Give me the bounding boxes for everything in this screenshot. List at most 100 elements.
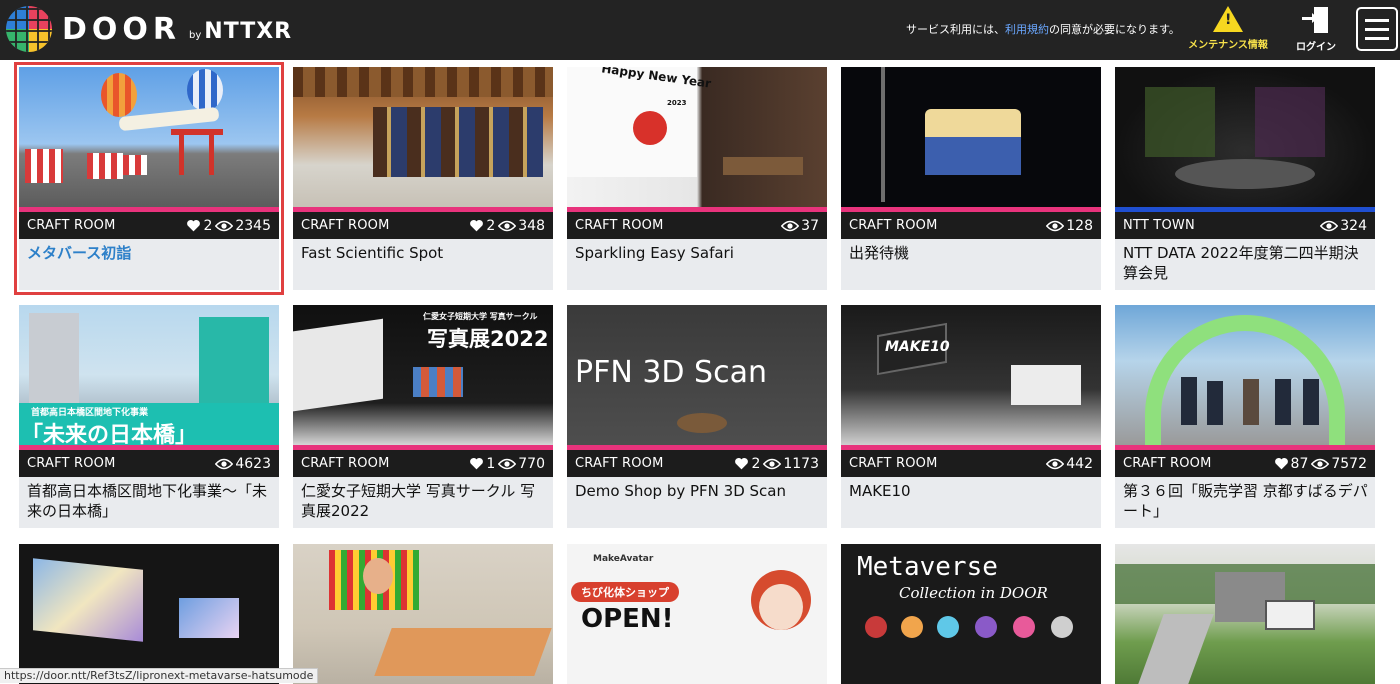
login-button[interactable]: ログイン [1290, 6, 1342, 53]
terms-link[interactable]: 利用規約 [1005, 23, 1049, 36]
room-title[interactable]: MAKE10 [849, 481, 1095, 501]
room-meta-bar: CRAFT ROOM 2 2345 [19, 212, 279, 239]
eye-icon [1046, 458, 1065, 469]
view-count: 324 [1340, 217, 1367, 234]
globe-logo-icon [6, 6, 52, 52]
room-title[interactable]: Sparkling Easy Safari [575, 243, 821, 263]
room-card[interactable]: MakeAvatar ちび化体ショップ OPEN! [567, 544, 827, 684]
room-card[interactable]: 首都高日本橋区間地下化事業 「未来の日本橋」 CRAFT ROOM 4623 首… [19, 305, 279, 528]
room-type: CRAFT ROOM [849, 456, 938, 471]
room-title[interactable]: 首都高日本橋区間地下化事業〜「未来の日本橋」 [27, 481, 273, 521]
maintenance-button[interactable]: ! メンテナンス情報 [1182, 6, 1274, 51]
logo-wordmark: DOOR [62, 11, 182, 47]
maintenance-label: メンテナンス情報 [1188, 40, 1268, 51]
like-count: 2 [486, 217, 496, 234]
room-card[interactable]: Happy New Year 2023 CRAFT ROOM 37 Sparkl… [567, 67, 827, 290]
thumbnail-caption-year: 2023 [667, 99, 687, 107]
room-card[interactable]: PFN 3D Scan CRAFT ROOM 2 1173 Demo Shop … [567, 305, 827, 528]
room-title[interactable]: Demo Shop by PFN 3D Scan [575, 481, 821, 501]
eye-icon [781, 220, 800, 231]
room-card[interactable]: CRAFT ROOM 2 348 Fast Scientific Spot [293, 67, 553, 290]
heart-icon [1274, 458, 1288, 470]
eye-icon [1046, 220, 1065, 231]
room-thumbnail: Happy New Year 2023 [567, 67, 827, 207]
room-meta-bar: CRAFT ROOM 37 [567, 212, 827, 239]
room-card[interactable]: CRAFT ROOM 2 2345 メタバース初詣 [14, 62, 284, 295]
login-icon [1302, 6, 1330, 34]
room-thumbnail [1115, 67, 1375, 207]
room-thumbnail: 首都高日本橋区間地下化事業 「未来の日本橋」 [19, 305, 279, 445]
thumbnail-caption: 仁愛女子短期大学 写真サークル [423, 312, 538, 321]
room-thumbnail [293, 67, 553, 207]
view-count: 128 [1066, 217, 1093, 234]
room-card[interactable]: CRAFT ROOM 87 7572 第３６回「販売学習 京都すばるデパート」 [1115, 305, 1375, 528]
terms-notice: サービス利用には、利用規約の同意が必要になります。 [906, 21, 1180, 37]
room-card[interactable]: CRAFT ROOM 128 出発待機 [841, 67, 1101, 290]
room-thumbnail [19, 544, 279, 684]
like-count: 2 [203, 217, 213, 234]
thumbnail-caption-main: 「未来の日本橋」 [21, 423, 198, 445]
room-thumbnail: Metaverse Collection in DOOR [841, 544, 1101, 684]
room-card[interactable] [19, 544, 279, 684]
warning-icon: ! [1213, 6, 1243, 32]
notice-suffix: の同意が必要になります。 [1049, 23, 1180, 36]
room-title[interactable]: 出発待機 [849, 243, 1095, 263]
room-title[interactable]: 仁愛女子短期大学 写真サークル 写真展2022 [301, 481, 547, 521]
view-count: 442 [1066, 455, 1093, 472]
room-card[interactable] [1115, 544, 1375, 684]
room-meta-bar: CRAFT ROOM 442 [841, 450, 1101, 477]
thumbnail-caption: Metaverse [857, 552, 998, 582]
room-meta-bar: CRAFT ROOM 1 770 [293, 450, 553, 477]
site-header: DOOR by NTTXR サービス利用には、利用規約の同意が必要になります。 … [0, 0, 1400, 60]
room-title[interactable]: Fast Scientific Spot [301, 243, 547, 263]
thumbnail-caption-main: 写真展2022 [427, 327, 549, 351]
room-thumbnail [1115, 305, 1375, 445]
eye-icon [1311, 458, 1330, 469]
room-thumbnail [841, 67, 1101, 207]
room-thumbnail [19, 67, 279, 207]
heart-icon [470, 458, 484, 470]
room-type: CRAFT ROOM [27, 218, 116, 233]
room-card[interactable] [293, 544, 553, 684]
room-type: CRAFT ROOM [575, 456, 664, 471]
thumbnail-caption: PFN 3D Scan [575, 355, 767, 390]
like-count: 1 [486, 455, 496, 472]
room-type: NTT TOWN [1123, 218, 1195, 233]
room-thumbnail [293, 544, 553, 684]
link-status-bar: https://door.ntt/Ref3tsZ/lipronext-metav… [0, 668, 319, 683]
eye-icon [763, 458, 782, 469]
thumbnail-caption: ちび化体ショップ [571, 582, 679, 602]
room-type: CRAFT ROOM [301, 456, 390, 471]
room-thumbnail: 仁愛女子短期大学 写真サークル 写真展2022 [293, 305, 553, 445]
room-title[interactable]: NTT DATA 2022年度第二四半期決算会見 [1123, 243, 1369, 283]
hamburger-menu-button[interactable] [1356, 7, 1398, 51]
view-count: 4623 [235, 455, 271, 472]
room-card[interactable]: Metaverse Collection in DOOR [841, 544, 1101, 684]
room-meta-bar: CRAFT ROOM 2 1173 [567, 450, 827, 477]
view-count: 37 [801, 217, 819, 234]
notice-prefix: サービス利用には、 [906, 23, 1005, 36]
room-card[interactable]: NTT TOWN 324 NTT DATA 2022年度第二四半期決算会見 [1115, 67, 1375, 290]
room-thumbnail: PFN 3D Scan [567, 305, 827, 445]
room-meta-bar: CRAFT ROOM 4623 [19, 450, 279, 477]
room-meta-bar: CRAFT ROOM 2 348 [293, 212, 553, 239]
room-type: CRAFT ROOM [849, 218, 938, 233]
thumbnail-brand: MakeAvatar [593, 554, 654, 564]
room-title[interactable]: メタバース初詣 [27, 243, 273, 263]
room-card[interactable]: MAKE10 CRAFT ROOM 442 MAKE10 [841, 305, 1101, 528]
logo-by: by [189, 29, 202, 41]
eye-icon [215, 220, 234, 231]
like-count: 2 [751, 455, 761, 472]
room-card[interactable]: 仁愛女子短期大学 写真サークル 写真展2022 CRAFT ROOM 1 770… [293, 305, 553, 528]
room-type: CRAFT ROOM [1123, 456, 1212, 471]
room-type: CRAFT ROOM [27, 456, 116, 471]
heart-icon [735, 458, 749, 470]
view-count: 1173 [783, 455, 819, 472]
thumbnail-caption-sub: Collection in DOOR [899, 584, 1048, 602]
room-meta-bar: CRAFT ROOM 87 7572 [1115, 450, 1375, 477]
room-title[interactable]: 第３６回「販売学習 京都すばるデパート」 [1123, 481, 1369, 521]
heart-icon [470, 220, 484, 232]
door-logo[interactable]: DOOR by NTTXR [6, 6, 292, 52]
room-meta-bar: CRAFT ROOM 128 [841, 212, 1101, 239]
room-thumbnail: MakeAvatar ちび化体ショップ OPEN! [567, 544, 827, 684]
